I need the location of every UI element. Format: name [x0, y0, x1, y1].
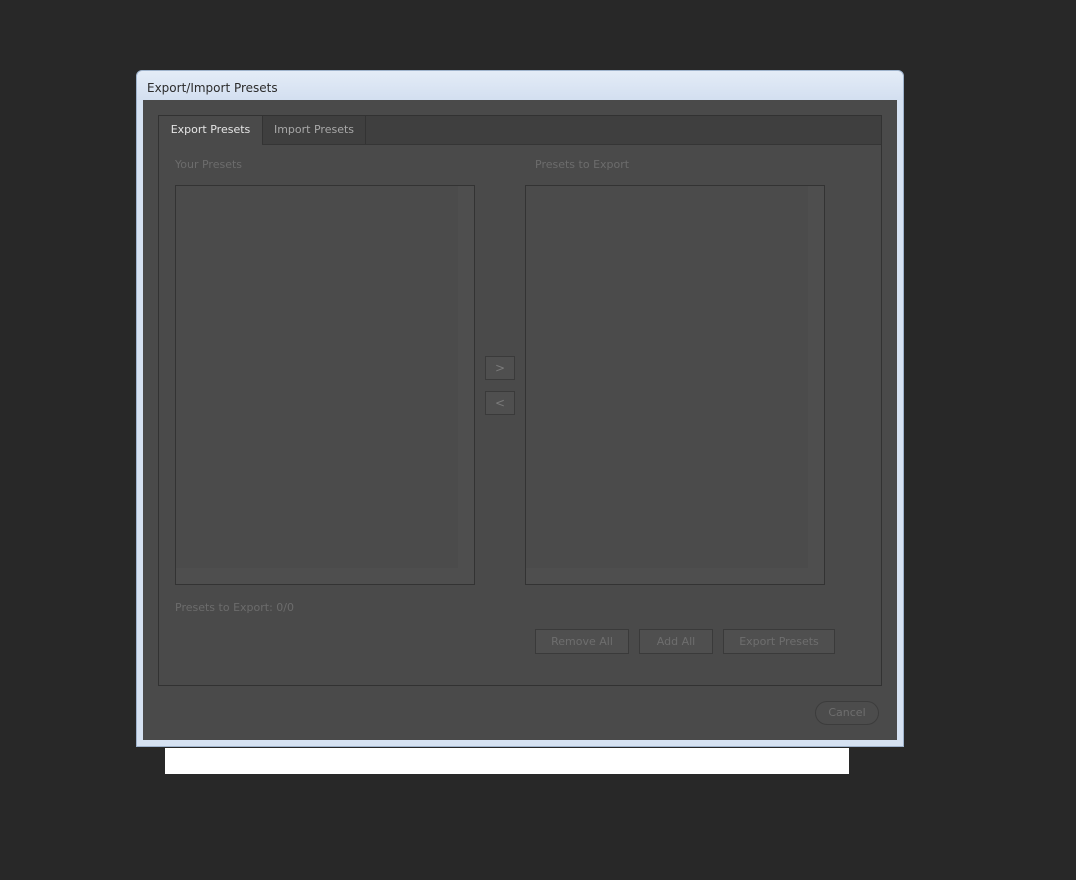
cancel-button[interactable]: Cancel	[815, 701, 879, 725]
tab-strip: Export Presets Import Presets	[159, 116, 881, 145]
window-title: Export/Import Presets	[147, 81, 278, 95]
white-overlay-strip	[165, 748, 849, 774]
presets-to-export-label: Presets to Export	[535, 158, 630, 171]
presets-count-text: Presets to Export: 0/0	[175, 601, 294, 614]
tab-import-presets[interactable]: Import Presets	[262, 116, 366, 144]
dialog-client-area: Export Presets Import Presets Your Prese…	[143, 100, 897, 740]
your-presets-vertical-scrollbar[interactable]	[458, 186, 474, 568]
title-bar[interactable]: Export/Import Presets	[137, 71, 903, 100]
desktop: Export/Import Presets Export Presets Imp…	[0, 0, 1076, 880]
export-presets-button[interactable]: Export Presets	[723, 629, 835, 654]
export-import-presets-dialog: Export/Import Presets Export Presets Imp…	[136, 70, 904, 747]
remove-all-button[interactable]: Remove All	[535, 629, 629, 654]
presets-to-export-list[interactable]	[525, 185, 825, 585]
tab-panel: Export Presets Import Presets Your Prese…	[158, 115, 882, 686]
move-left-button[interactable]: <	[485, 391, 515, 415]
presets-to-export-horizontal-scrollbar[interactable]	[526, 568, 824, 584]
presets-to-export-vertical-scrollbar[interactable]	[808, 186, 824, 568]
your-presets-label: Your Presets	[175, 158, 243, 171]
your-presets-list[interactable]	[175, 185, 475, 585]
move-right-button[interactable]: >	[485, 356, 515, 380]
add-all-button[interactable]: Add All	[639, 629, 713, 654]
your-presets-horizontal-scrollbar[interactable]	[176, 568, 474, 584]
tab-export-presets[interactable]: Export Presets	[159, 116, 262, 145]
